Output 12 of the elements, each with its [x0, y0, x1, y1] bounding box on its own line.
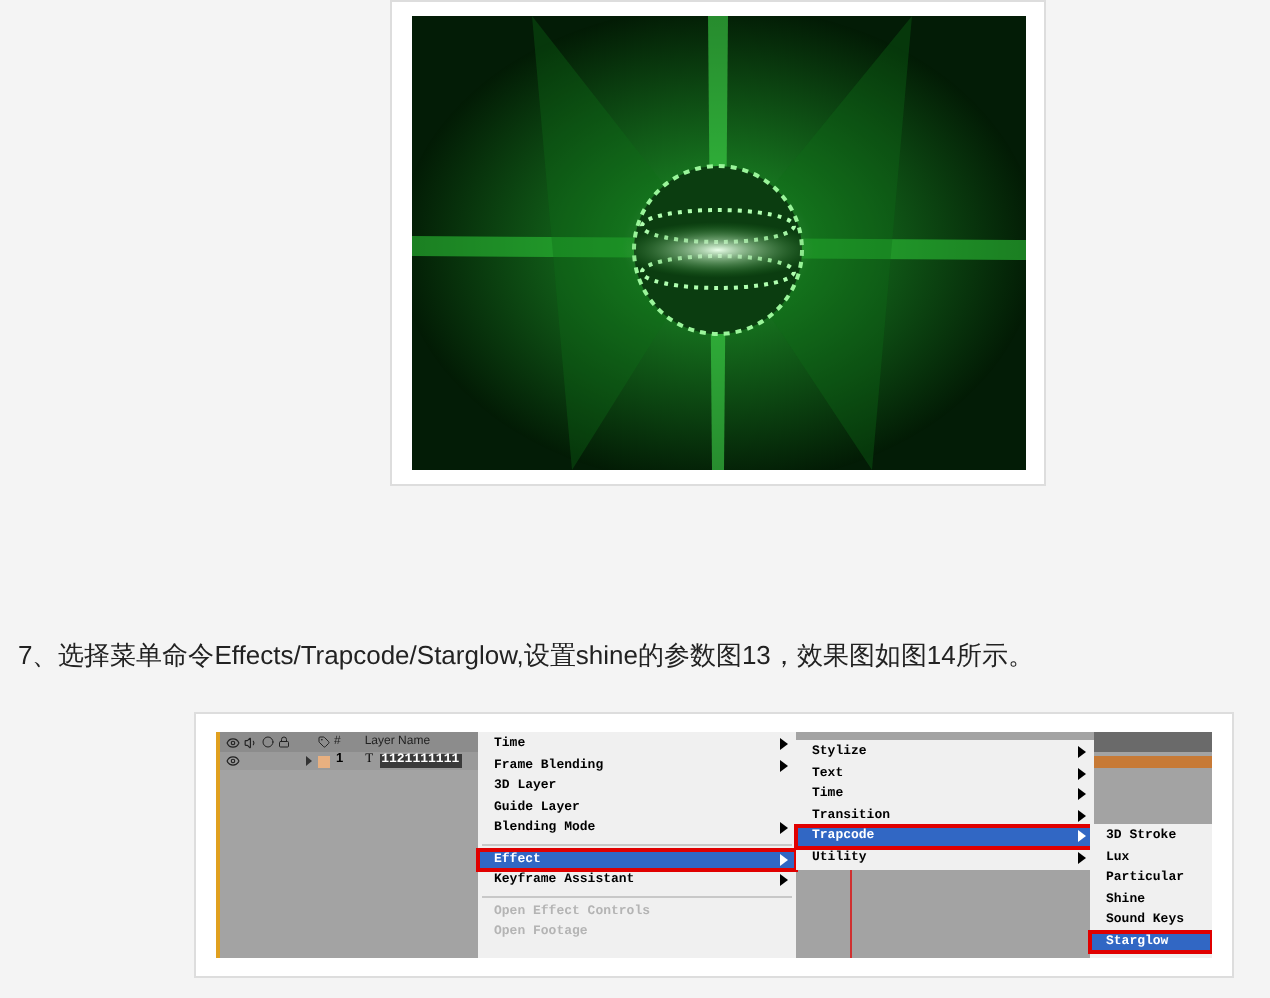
- speaker-icon: [244, 735, 258, 749]
- eye-icon: [226, 735, 240, 749]
- circle-icon: [262, 736, 274, 748]
- layer-duration-bar: [1094, 756, 1212, 768]
- tag-icon: [318, 736, 330, 748]
- lock-icon: [278, 736, 290, 748]
- panel-header-bar: [1094, 732, 1212, 752]
- eye-icon: [226, 754, 240, 768]
- expand-triangle-icon[interactable]: [306, 756, 312, 766]
- label-color-swatch[interactable]: [318, 755, 330, 767]
- step-caption: 7、选择菜单命令Effects/Trapcode/Starglow,设置shine的参数图13，效果图如图14所示。: [18, 638, 1036, 674]
- playhead-line: [850, 870, 852, 958]
